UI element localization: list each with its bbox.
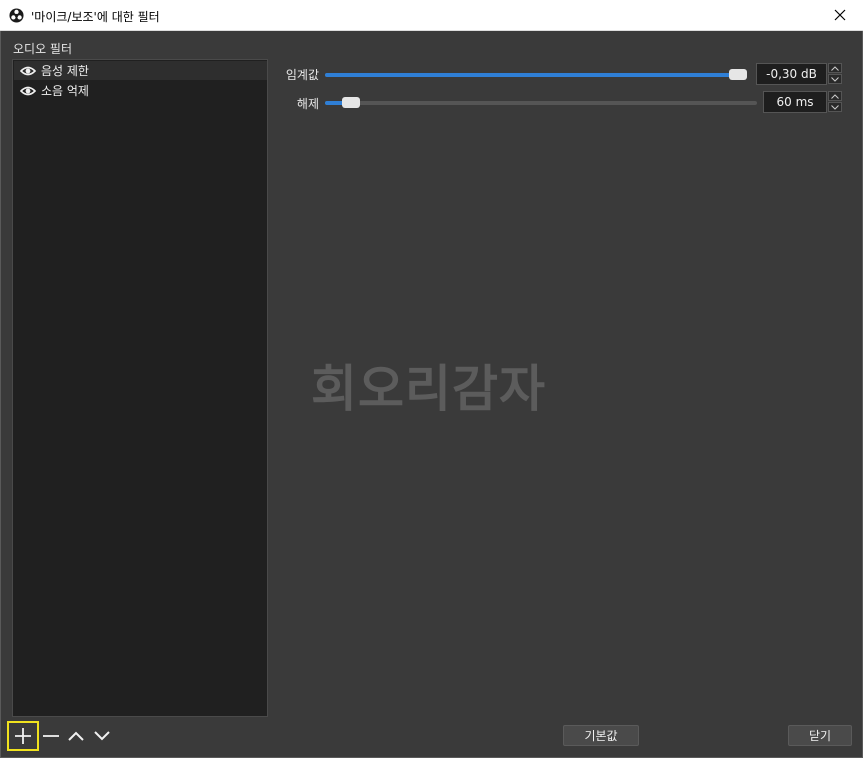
close-window-button[interactable] [817, 0, 863, 30]
filter-item-label: 소음 억제 [41, 84, 89, 98]
release-increment-button[interactable] [828, 91, 842, 101]
threshold-slider-fill [325, 73, 743, 77]
chevron-down-icon[interactable] [93, 727, 111, 745]
move-up-button[interactable] [64, 724, 88, 748]
title-bar: '마이크/보조'에 대한 필터 [0, 0, 863, 31]
add-filter-button[interactable] [7, 721, 39, 751]
window-title: '마이크/보조'에 대한 필터 [31, 10, 160, 24]
move-down-button[interactable] [90, 724, 114, 748]
release-slider-handle[interactable] [342, 97, 360, 108]
chevron-up-icon[interactable] [831, 65, 839, 71]
chevron-down-icon[interactable] [831, 76, 839, 82]
remove-filter-button[interactable] [39, 724, 63, 748]
threshold-stepper[interactable] [828, 63, 842, 85]
eye-icon[interactable] [20, 85, 36, 97]
chevron-down-icon[interactable] [831, 104, 839, 110]
chevron-up-icon[interactable] [67, 727, 85, 745]
defaults-button[interactable]: 기본값 [563, 725, 639, 746]
eye-icon[interactable] [20, 65, 36, 77]
threshold-slider[interactable] [325, 69, 747, 80]
obs-logo-icon [9, 8, 24, 23]
release-label: 해제 [296, 97, 319, 111]
filter-list[interactable]: 음성 제한 소음 억제 [12, 59, 268, 717]
close-button[interactable]: 닫기 [788, 725, 852, 746]
chevron-up-icon[interactable] [831, 93, 839, 99]
release-input[interactable]: 60 ms [763, 91, 827, 113]
close-icon[interactable] [834, 9, 846, 21]
audio-filters-label: 오디오 필터 [13, 42, 73, 56]
filter-item-voice-limit[interactable]: 음성 제한 [14, 61, 267, 80]
threshold-decrement-button[interactable] [828, 74, 842, 84]
release-decrement-button[interactable] [828, 102, 842, 112]
threshold-slider-handle[interactable] [729, 69, 747, 80]
filters-window: 오디오 필터 음성 제한 소음 억제 임계값 -0,30 dB 해제 60 ms… [0, 31, 863, 758]
threshold-increment-button[interactable] [828, 63, 842, 73]
minus-icon[interactable] [42, 727, 60, 745]
threshold-input[interactable]: -0,30 dB [756, 63, 827, 85]
plus-icon[interactable] [14, 727, 32, 745]
watermark-text: 회오리감자 [311, 360, 546, 418]
filter-item-noise-suppression[interactable]: 소음 억제 [14, 81, 267, 100]
release-stepper[interactable] [828, 91, 842, 113]
release-slider[interactable] [325, 97, 757, 108]
filter-item-label: 음성 제한 [41, 64, 89, 78]
threshold-label: 임계값 [285, 68, 319, 82]
